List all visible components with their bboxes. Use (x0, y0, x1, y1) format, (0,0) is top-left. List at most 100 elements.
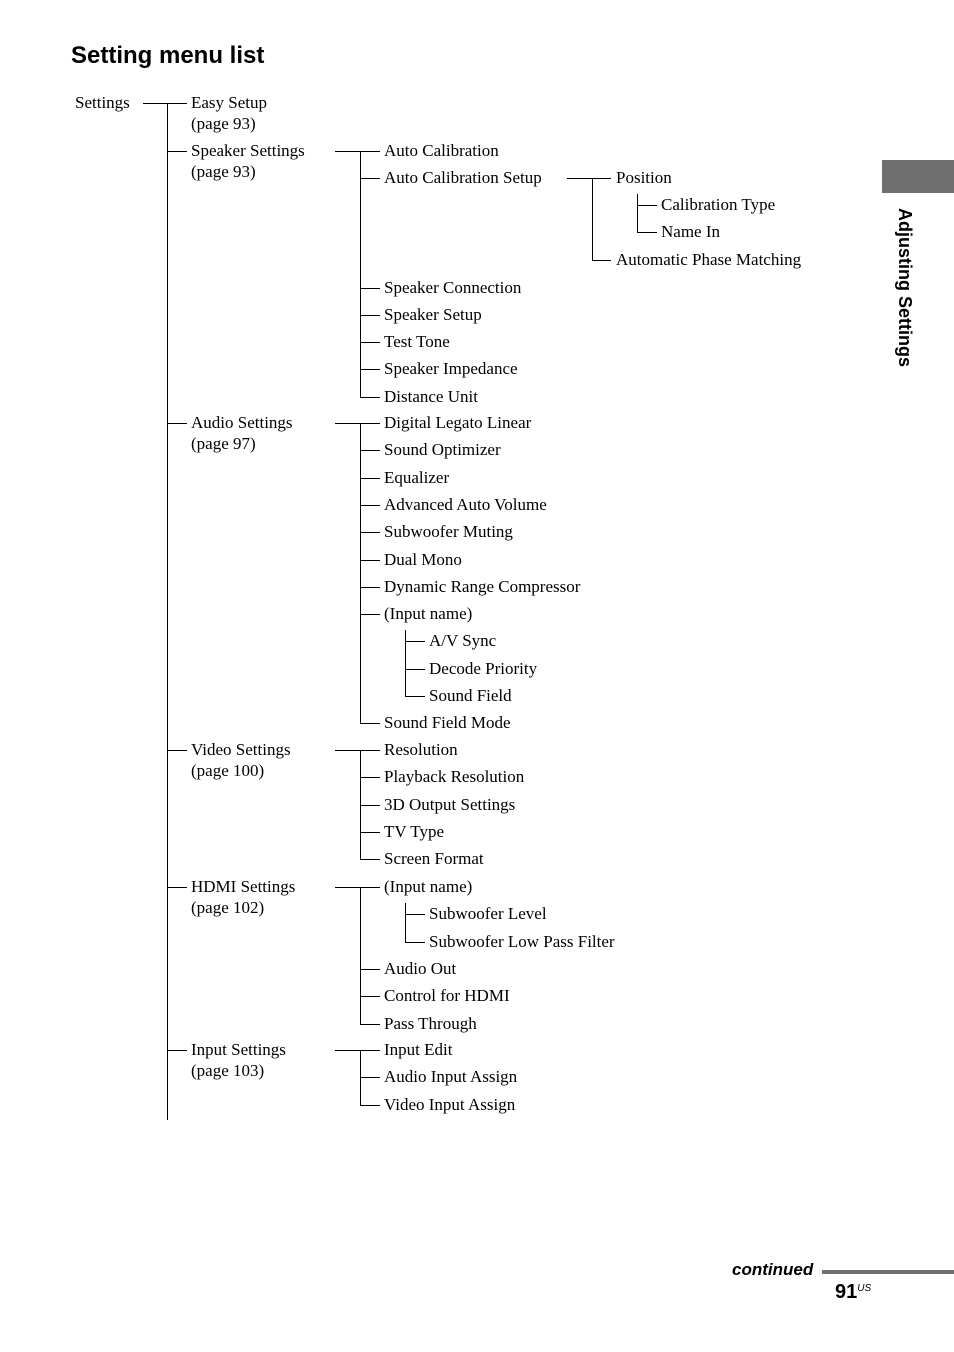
menu-item: TV Type (384, 821, 445, 841)
branch-line (360, 831, 380, 833)
continued-bar (822, 1270, 954, 1274)
branch-line (360, 1077, 380, 1079)
menu-item: Speaker Impedance (384, 359, 518, 379)
branch-line (167, 750, 187, 751)
menu-item: Sound Field Mode (384, 713, 511, 733)
page-number-value: 91 (835, 1281, 858, 1303)
menu-item: Auto Calibration Setup (384, 168, 542, 188)
menu-item: Subwoofer Muting (384, 522, 513, 542)
branch-line (167, 151, 187, 152)
branch-line (360, 887, 380, 888)
menu-item: Distance Unit (384, 386, 478, 406)
menu-item: Speaker Connection (384, 277, 522, 297)
menu-item: Sound Optimizer (384, 440, 501, 460)
branch-line (360, 450, 380, 452)
branch-line (360, 586, 380, 588)
trunk-line (637, 194, 638, 233)
category-page-ref: (page 103) (191, 1061, 265, 1080)
branch-line (405, 914, 425, 916)
menu-item: 3D Output Settings (384, 794, 516, 814)
branch-line (360, 559, 380, 561)
category-hdmi-settings: HDMI Settings (191, 877, 296, 896)
menu-item: (Input name) (384, 604, 473, 624)
menu-subitem: A/V Sync (429, 631, 497, 651)
branch-line (360, 968, 380, 970)
branch-line (360, 996, 380, 998)
category-video-settings: Video Settings (191, 740, 291, 759)
menu-item: Screen Format (384, 849, 484, 869)
page-title: Setting menu list (71, 42, 265, 69)
branch-line (360, 477, 380, 479)
branch-line (360, 396, 380, 398)
trunk-line (592, 178, 593, 261)
trunk-line (360, 151, 361, 397)
branch-line (405, 941, 425, 943)
menu-item: Pass Through (384, 1013, 477, 1033)
branch-line (360, 750, 380, 751)
category-audio-settings: Audio Settings (191, 413, 293, 432)
menu-subitem: Automatic Phase Matching (616, 250, 802, 270)
branch-line (360, 178, 380, 180)
menu-item: Test Tone (384, 332, 450, 352)
menu-item: Audio Input Assign (384, 1067, 518, 1087)
menu-item: (Input name) (384, 877, 473, 896)
trunk-line (360, 423, 361, 724)
branch-line (360, 151, 380, 152)
menu-subitem: Subwoofer Low Pass Filter (429, 931, 615, 951)
menu-item: Control for HDMI (384, 986, 510, 1006)
category-easy-setup: Easy Setup (191, 93, 268, 112)
menu-item: Auto Calibration (384, 141, 499, 160)
branch-line (360, 369, 380, 371)
category-page-ref: (page 97) (191, 434, 256, 453)
tree-root-settings: Settings (75, 93, 130, 112)
branch-line (360, 504, 380, 506)
branch-line (167, 103, 187, 104)
menu-subitem: Name In (661, 222, 721, 242)
section-tab (882, 160, 954, 193)
menu-item: Input Edit (384, 1040, 453, 1059)
menu-subitem: Subwoofer Level (429, 904, 547, 924)
branch-line (592, 178, 611, 180)
branch-line (360, 777, 380, 779)
menu-item: Equalizer (384, 467, 450, 487)
branch-line (360, 723, 380, 725)
category-page-ref: (page 93) (191, 162, 256, 181)
category-page-ref: (page 100) (191, 761, 265, 780)
branch-line (360, 614, 380, 616)
menu-item: Speaker Setup (384, 304, 482, 324)
continued-label: continued (732, 1260, 814, 1279)
section-side-label: Adjusting Settings (893, 208, 915, 398)
category-page-ref: (page 102) (191, 898, 265, 917)
page-number: 91US (835, 1281, 871, 1304)
branch-line (405, 641, 425, 643)
branch-line (405, 668, 425, 670)
trunk-line (360, 887, 361, 1024)
branch-line (360, 1050, 380, 1051)
branch-line (637, 205, 657, 207)
branch-line (360, 1104, 380, 1106)
category-page-ref: (page 93) (191, 114, 256, 133)
menu-item: Video Input Assign (384, 1094, 516, 1114)
menu-item: Digital Legato Linear (384, 413, 532, 432)
menu-item: Audio Out (384, 958, 457, 978)
menu-subitem: Calibration Type (661, 195, 776, 215)
branch-line (592, 260, 611, 262)
branch-line (360, 342, 380, 344)
branch-line (167, 1050, 187, 1051)
menu-item: Dual Mono (384, 549, 462, 569)
side-label-text: Adjusting Settings (895, 208, 915, 367)
menu-subitem: Decode Priority (429, 658, 538, 678)
menu-item: Dynamic Range Compressor (384, 576, 581, 596)
menu-subitem: Position (616, 168, 672, 188)
branch-line (360, 532, 380, 534)
branch-line (360, 1023, 380, 1025)
menu-subitem: Sound Field (429, 686, 512, 705)
trunk-line (405, 903, 406, 942)
trunk-line (405, 630, 406, 696)
trunk-line (167, 103, 168, 1120)
menu-item: Playback Resolution (384, 767, 525, 787)
branch-line (360, 287, 380, 289)
branch-line (360, 423, 380, 424)
branch-line (360, 314, 380, 316)
page-number-suffix: US (857, 1283, 872, 1294)
